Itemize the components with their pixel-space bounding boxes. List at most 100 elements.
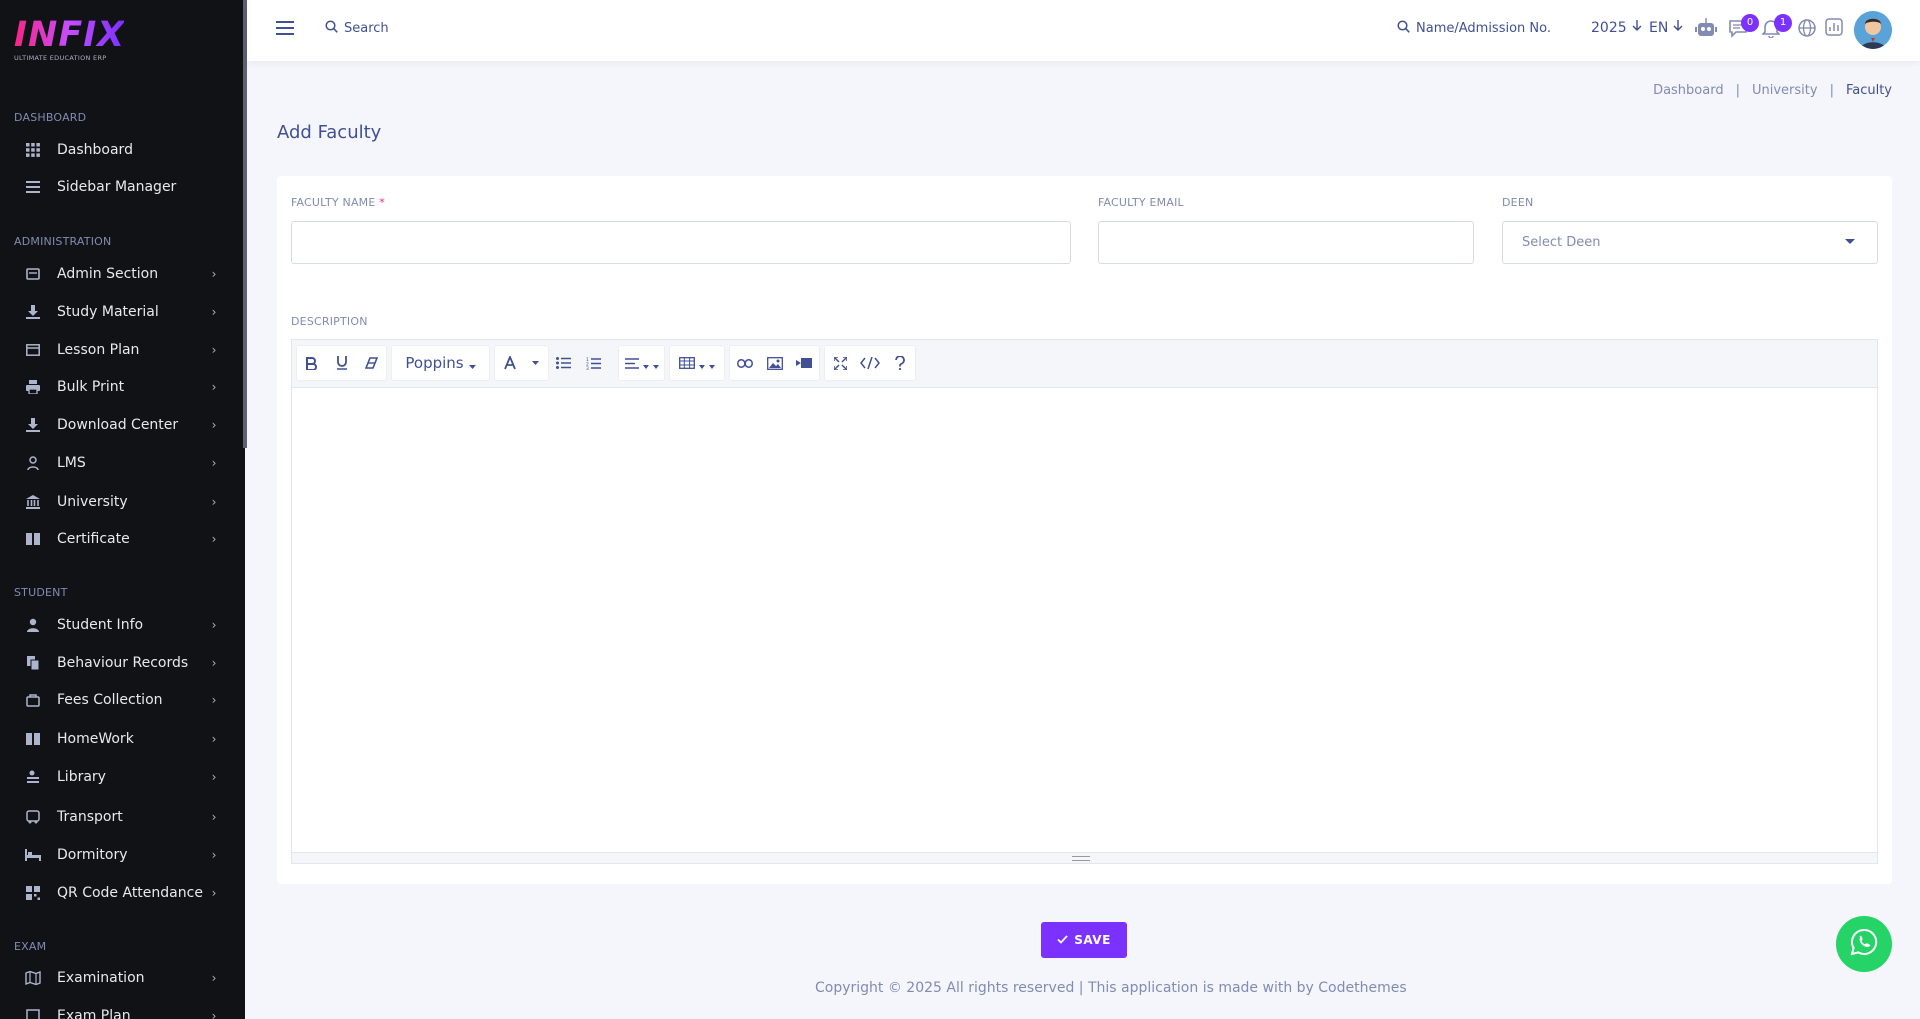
map-icon: [25, 970, 41, 986]
sidebar-item-dormitory[interactable]: Dormitory ›: [0, 838, 243, 872]
sidebar-item-transport[interactable]: Transport ›: [0, 800, 243, 834]
chevron-right-icon: ›: [211, 418, 217, 432]
grip-icon: [1072, 856, 1090, 861]
code-view-icon[interactable]: [855, 346, 885, 380]
sidebar-item-homework[interactable]: HomeWork ›: [0, 722, 243, 756]
fullscreen-icon[interactable]: [825, 346, 855, 380]
logo-text: INFIX: [14, 15, 126, 55]
sidebar-item-lesson-plan[interactable]: Lesson Plan ›: [0, 333, 243, 367]
save-button-label: SAVE: [1074, 933, 1111, 947]
faculty-email-field[interactable]: [1098, 221, 1474, 264]
sidebar-item-label: Behaviour Records: [57, 655, 189, 671]
bullet-list-icon[interactable]: [548, 346, 578, 380]
sidebar-item-behaviour-records[interactable]: Behaviour Records ›: [0, 646, 243, 680]
admission-search[interactable]: Name/Admission No.: [1397, 20, 1551, 37]
chevron-right-icon: ›: [211, 495, 217, 509]
font-family-value: Poppins: [405, 354, 464, 372]
caret-down-icon: [642, 354, 649, 373]
plan-icon: [25, 1008, 41, 1019]
help-icon[interactable]: [885, 346, 915, 380]
sidebar-item-label: Admin Section: [57, 266, 159, 282]
image-icon[interactable]: [760, 346, 790, 380]
notifications-badge: 1: [1774, 14, 1792, 32]
sidebar-item-student-info[interactable]: Student Info ›: [0, 608, 243, 642]
sidebar-scrollbar[interactable]: [243, 0, 247, 448]
whatsapp-button[interactable]: [1836, 916, 1892, 972]
sidebar-item-label: Library: [57, 769, 106, 785]
faculty-form-card: FACULTY NAME * FACULTY EMAIL DEEN Select…: [277, 176, 1892, 884]
arrow-down-icon: [1632, 20, 1642, 36]
breadcrumb-item-university[interactable]: University: [1752, 83, 1818, 98]
deen-label: DEEN: [1502, 196, 1534, 209]
video-icon[interactable]: [789, 346, 819, 380]
records-icon: [25, 655, 41, 671]
align-dropdown[interactable]: [618, 345, 665, 381]
sidebar-item-dashboard[interactable]: Dashboard: [0, 133, 243, 167]
breadcrumb-separator: |: [1829, 83, 1834, 98]
sidebar-item-study-material[interactable]: Study Material ›: [0, 295, 243, 329]
sidebar-item-exam-plan[interactable]: Exam Plan ›: [0, 999, 243, 1019]
sidebar-item-fees-collection[interactable]: Fees Collection ›: [0, 683, 243, 717]
description-editor-area[interactable]: [292, 388, 1877, 854]
year-selector[interactable]: 2025: [1591, 20, 1642, 36]
robot-icon[interactable]: [1695, 18, 1717, 40]
logo[interactable]: INFIX ULTIMATE EDUCATION ERP: [14, 18, 124, 66]
sidebar-item-examination[interactable]: Examination ›: [0, 961, 243, 995]
numbered-list-icon[interactable]: 123: [578, 346, 608, 380]
admin-icon: [25, 266, 41, 282]
link-icon[interactable]: [730, 346, 760, 380]
menu-toggle-icon[interactable]: [276, 20, 294, 38]
bold-icon[interactable]: [297, 346, 327, 380]
library-icon: [25, 769, 41, 785]
chevron-right-icon: ›: [211, 770, 217, 784]
footer-copyright: Copyright © 2025 All rights reserved | T…: [815, 980, 1407, 996]
chevron-right-icon: ›: [211, 305, 217, 319]
sidebar-item-certificate[interactable]: Certificate ›: [0, 522, 243, 556]
language-selector[interactable]: EN: [1649, 20, 1683, 36]
table-dropdown[interactable]: [669, 345, 725, 381]
user-icon: [25, 617, 41, 633]
chevron-right-icon: ›: [211, 848, 217, 862]
sidebar-item-university[interactable]: University ›: [0, 485, 243, 519]
sidebar-item-label: Dormitory: [57, 847, 128, 863]
eraser-icon[interactable]: [356, 346, 386, 380]
faculty-email-label: FACULTY EMAIL: [1098, 196, 1184, 209]
toolbar-group-lists: 123: [548, 345, 615, 381]
sidebar-item-label: Download Center: [57, 417, 179, 433]
breadcrumb-item-faculty[interactable]: Faculty: [1846, 83, 1892, 98]
admission-search-label: Name/Admission No.: [1416, 21, 1551, 36]
sidebar-item-sidebar-manager[interactable]: Sidebar Manager: [0, 170, 243, 204]
sidebar-item-label: Fees Collection: [57, 692, 163, 708]
font-color-icon[interactable]: [495, 346, 525, 380]
font-family-dropdown[interactable]: Poppins: [391, 345, 490, 381]
sidebar-item-label: Sidebar Manager: [57, 179, 177, 195]
sidebar-item-qr-code-attendance[interactable]: QR Code Attendance ›: [0, 876, 243, 910]
printer-icon: [25, 379, 41, 395]
sidebar-item-download-center[interactable]: Download Center ›: [0, 408, 243, 442]
sidebar-item-bulk-print[interactable]: Bulk Print ›: [0, 370, 243, 404]
sidebar-item-label: Study Material: [57, 304, 159, 320]
sidebar-item-lms[interactable]: LMS ›: [0, 446, 243, 480]
analytics-icon[interactable]: [1825, 18, 1847, 40]
underline-icon[interactable]: [327, 346, 357, 380]
global-search[interactable]: Search: [325, 20, 389, 37]
sidebar-item-admin-section[interactable]: Admin Section ›: [0, 257, 243, 291]
chevron-right-icon: ›: [211, 886, 217, 900]
editor-resize-handle[interactable]: [292, 852, 1877, 863]
chevron-right-icon: ›: [211, 343, 217, 357]
avatar[interactable]: [1854, 11, 1892, 49]
breadcrumb-item-dashboard[interactable]: Dashboard: [1653, 83, 1724, 98]
svg-text:3: 3: [586, 366, 589, 370]
year-value: 2025: [1591, 20, 1627, 36]
sidebar-item-label: University: [57, 494, 128, 510]
sidebar-item-library[interactable]: Library ›: [0, 760, 243, 794]
caret-down-icon[interactable]: [525, 346, 545, 380]
globe-icon[interactable]: [1797, 18, 1819, 40]
save-button[interactable]: SAVE: [1041, 922, 1127, 958]
faculty-name-field[interactable]: [291, 221, 1071, 264]
deen-select[interactable]: Select Deen: [1502, 221, 1878, 264]
font-color-dropdown[interactable]: [494, 345, 549, 381]
sidebar-item-label: Dashboard: [57, 142, 133, 158]
bus-icon: [25, 809, 41, 825]
lms-icon: [25, 455, 41, 471]
